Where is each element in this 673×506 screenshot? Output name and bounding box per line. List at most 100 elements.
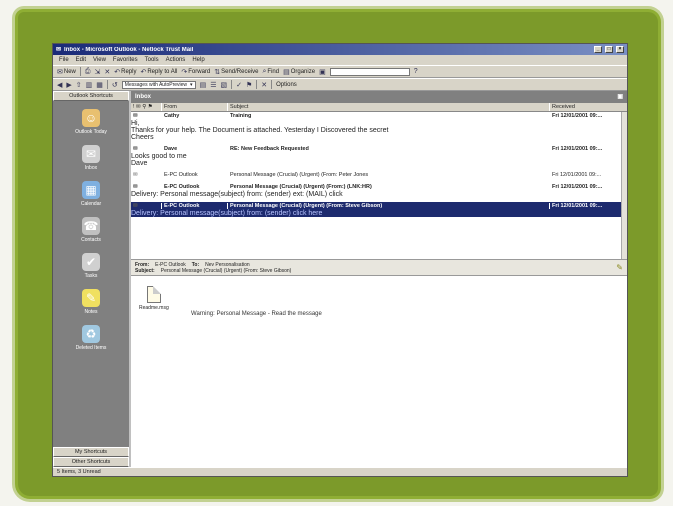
column-header-received[interactable]: Received <box>549 103 627 111</box>
message-status-icons: ✉ <box>131 184 161 190</box>
print-button[interactable]: ⎙ <box>85 68 91 76</box>
menu-tools[interactable]: Tools <box>145 57 159 63</box>
back-arrow-icon: ◀ <box>57 81 63 89</box>
find-button[interactable]: ⌕ Find <box>262 68 279 76</box>
menu-favorites[interactable]: Favorites <box>113 57 138 63</box>
rules-button[interactable]: ✓ <box>236 81 242 89</box>
forward-nav-button[interactable]: ▶ <box>66 81 71 89</box>
preview-subject-label: Subject: <box>135 267 155 274</box>
notes-icon: ✎ <box>82 289 100 307</box>
maximize-button[interactable]: □ <box>605 46 613 53</box>
reply-button[interactable]: ↶ Reply <box>114 68 136 76</box>
undo-button[interactable]: ↺ <box>112 81 118 89</box>
field-chooser-button[interactable]: ☰ <box>210 81 216 89</box>
outlook-shortcuts-header[interactable]: Outlook Shortcuts <box>53 91 129 101</box>
flag-button[interactable]: ⚑ <box>246 81 252 89</box>
find-icon: ⌕ <box>262 67 267 75</box>
folder-name: Inbox <box>135 94 151 100</box>
address-book-button[interactable]: ▣ <box>319 68 326 76</box>
message-received: Fri 12/01/2001 09:... <box>549 203 627 209</box>
preview-body: Readme.msg Warning: Personal Message - R… <box>131 276 627 467</box>
message-row-main: ✉ E-PC Outlook Personal Message (Crucial) … <box>131 202 627 210</box>
forward-arrow-icon: ▶ <box>66 81 72 89</box>
reply-all-button[interactable]: ↶ Reply to All <box>140 68 177 76</box>
my-shortcuts-button[interactable]: My Shortcuts <box>53 447 129 457</box>
column-header-subject[interactable]: Subject <box>227 103 549 111</box>
send-receive-button[interactable]: ⇅ Send/Receive <box>214 68 258 76</box>
message-subject: Personal Message (Crucial) (Urgent) (Fro… <box>227 172 549 178</box>
field-chooser-icon: ☰ <box>210 81 217 89</box>
message-list-scrollbar[interactable] <box>621 112 627 259</box>
message-row[interactable]: ✉ Dave RE: New Feedback Requested Fri 12/01… <box>131 145 627 167</box>
up-folder-button[interactable]: ⇧ <box>76 81 82 89</box>
envelope-icon: ✉ <box>133 146 138 152</box>
outlook-bar-item-tasks[interactable]: ✔ Tasks <box>82 253 100 279</box>
group-by-button[interactable]: ▤ <box>200 81 207 89</box>
standard-toolbar: ✉ New ⎙ ⇲ ✕ ↶ Reply ↶ Reply to All ↷ Forward… <box>53 65 627 78</box>
message-row-main: ✉ E-PC Outlook Personal Message (Crucial) … <box>131 171 627 179</box>
outlook-bar-item-inbox[interactable]: ✉ Inbox <box>82 145 100 171</box>
forward-button[interactable]: ↷ Forward <box>181 68 210 76</box>
message-row[interactable]: ✉ E-PC Outlook Personal Message (Crucial) … <box>131 202 627 217</box>
outlook-bar-item-notes[interactable]: ✎ Notes <box>82 289 100 315</box>
message-row[interactable]: ✉ Cathy Training Fri 12/01/2001 09:... Hi, Th… <box>131 112 627 141</box>
chevron-down-icon: ▾ <box>190 81 193 88</box>
outlook-bar-item-label: Inbox <box>84 165 98 171</box>
column-header-from[interactable]: From <box>161 103 227 111</box>
folder-list-icon: ▥ <box>85 81 93 89</box>
outlook-bar-item-label: Outlook Today <box>75 129 107 135</box>
options-button[interactable]: Options <box>276 82 297 88</box>
move-button[interactable]: ⇲ <box>95 68 101 76</box>
message-row[interactable]: ✉ E-PC Outlook Personal Message (Crucial) … <box>131 183 627 198</box>
menu-view[interactable]: View <box>93 57 106 63</box>
message-status-icons: ✉ <box>131 146 161 152</box>
message-subject: Personal Message (Crucial) (Urgent) (Fro… <box>227 184 549 190</box>
contacts-icon: ☎ <box>81 217 100 235</box>
tasks-icon: ✔ <box>82 253 100 271</box>
message-autopreview-line: Delivery: Personal message(subject) from… <box>131 210 323 217</box>
reply-icon: ↶ <box>114 68 121 76</box>
envelope-icon: ✉ <box>133 172 138 178</box>
menu-bar: File Edit View Favorites Tools Actions H… <box>53 55 627 65</box>
up-folder-icon: ⇧ <box>75 81 82 89</box>
menu-file[interactable]: File <box>59 57 69 63</box>
attachment-paperclip-icon[interactable]: ✎ <box>616 263 623 272</box>
undo-icon: ↺ <box>111 81 118 89</box>
menu-edit[interactable]: Edit <box>76 57 86 63</box>
message-subject: RE: New Feedback Requested <box>227 146 549 152</box>
auto-preview-button[interactable]: ▧ <box>220 81 227 89</box>
delete-button[interactable]: ✕ <box>104 68 110 76</box>
outlook-bar-item-deleted-items[interactable]: ♻ Deleted Items <box>76 325 106 351</box>
menu-help[interactable]: Help <box>192 57 204 63</box>
attachment-name: Readme.msg <box>139 305 169 311</box>
folder-list-button[interactable]: ▥ <box>86 81 93 89</box>
help-icon: ? <box>413 68 418 75</box>
preview-pane-button[interactable]: ▦ <box>96 81 103 89</box>
menu-actions[interactable]: Actions <box>166 57 186 63</box>
address-book-icon: ▣ <box>319 68 326 76</box>
main-area: Outlook Shortcuts ☺ Outlook Today ✉ Inbox ▦ C… <box>53 91 627 467</box>
current-view-select[interactable]: Messages with AutoPreview ▾ <box>121 80 196 89</box>
outlook-bar-item-calendar[interactable]: ▦ Calendar <box>81 181 101 207</box>
outlook-bar-item-outlook-today[interactable]: ☺ Outlook Today <box>75 109 107 135</box>
attachment[interactable]: Readme.msg <box>139 286 169 311</box>
find-contact-input[interactable] <box>329 67 410 76</box>
close-button[interactable]: × <box>616 46 624 53</box>
message-row[interactable]: ✉ E-PC Outlook Personal Message (Crucial) … <box>131 171 627 179</box>
organize-button[interactable]: ▤ Organize <box>283 68 315 76</box>
outlook-bar-item-label: Notes <box>84 309 98 315</box>
message-from: E-PC Outlook <box>161 184 227 190</box>
window-title: Inbox - Microsoft Outlook - Netlock Trus… <box>64 46 194 53</box>
outlook-window: ✉ Inbox - Microsoft Outlook - Netlock Tr… <box>52 43 628 477</box>
back-button[interactable]: ◀ <box>57 81 62 89</box>
outlook-bar-item-contacts[interactable]: ☎ Contacts <box>81 217 101 243</box>
new-button[interactable]: ✉ New <box>57 68 76 76</box>
message-received: Fri 12/01/2001 09:... <box>549 146 627 152</box>
column-header-icons[interactable]: ! ✉ ⚲ ⚑ <box>131 103 161 111</box>
status-bar: 5 Items, 3 Unread <box>53 467 627 476</box>
delete-item-button[interactable]: ✕ <box>261 81 267 89</box>
other-shortcuts-button[interactable]: Other Shortcuts <box>53 457 129 467</box>
inbox-icon: ✉ <box>82 145 100 163</box>
minimize-button[interactable]: _ <box>594 46 602 53</box>
help-button[interactable]: ? <box>414 68 418 75</box>
